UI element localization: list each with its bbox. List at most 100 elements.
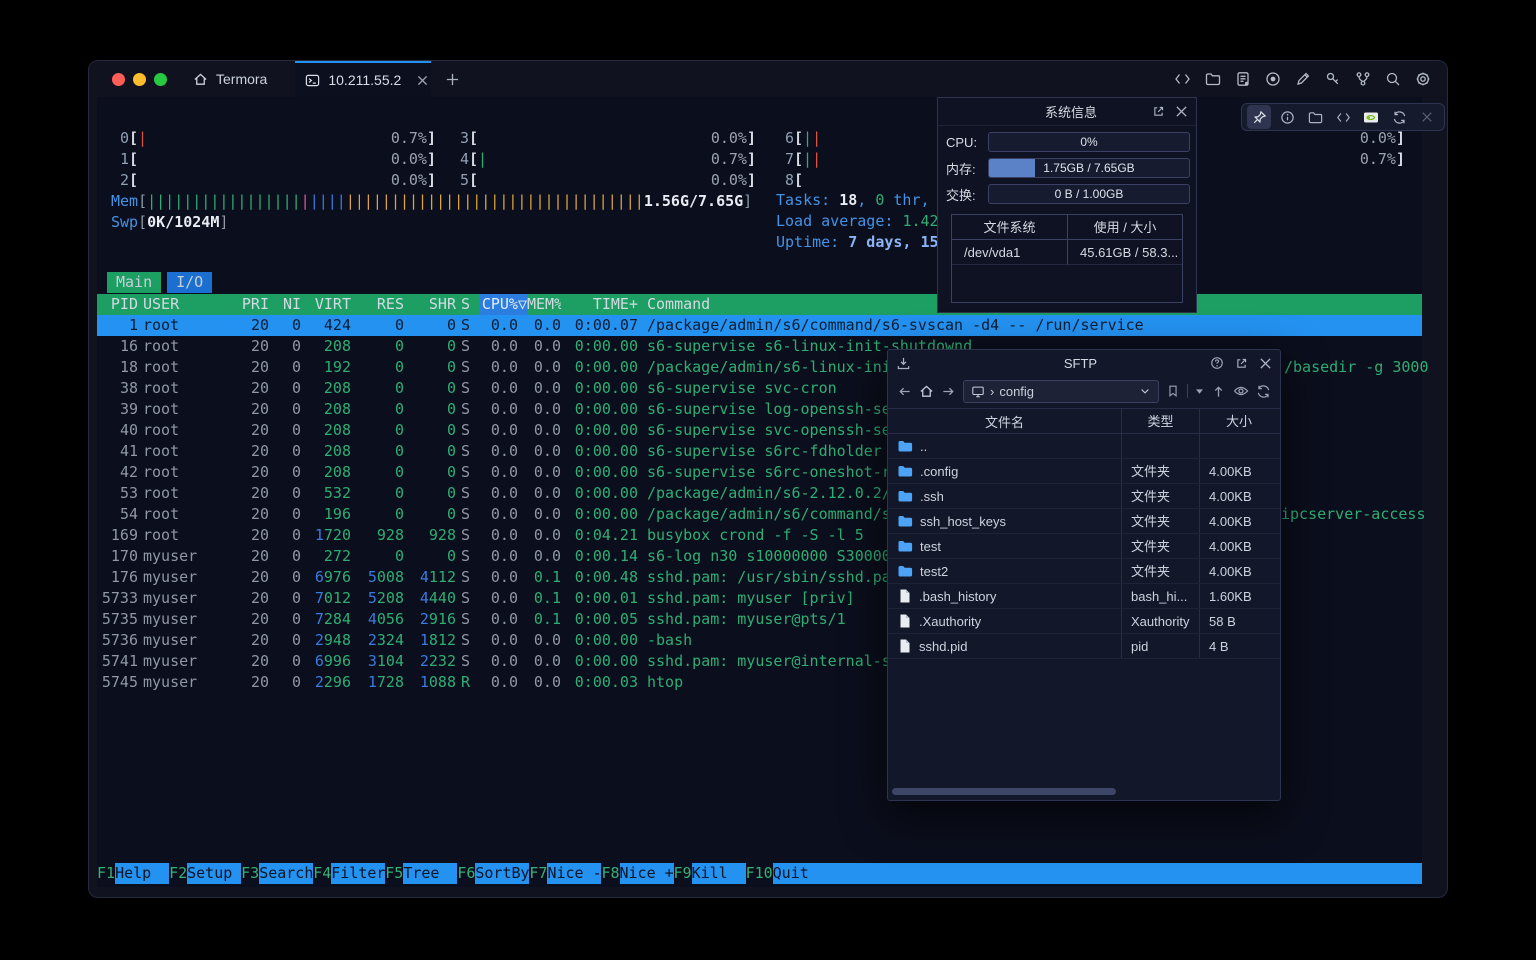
file-column-header[interactable]: 文件名 bbox=[888, 412, 1121, 431]
file-row[interactable]: .ssh文件夹4.00KB bbox=[888, 484, 1280, 509]
column-header-pid[interactable]: PID bbox=[97, 294, 138, 315]
record-icon[interactable] bbox=[1265, 71, 1281, 87]
fkey-label-nice[interactable]: Nice + bbox=[620, 863, 674, 884]
close-toolbar-button[interactable] bbox=[1415, 105, 1439, 129]
column-header-cpu[interactable]: CPU%▽ bbox=[479, 294, 527, 315]
detach-icon[interactable] bbox=[1235, 357, 1248, 370]
fkey-label-help[interactable]: Help bbox=[115, 863, 169, 884]
file-row[interactable]: .bash_historybash_hi...1.60KB bbox=[888, 584, 1280, 609]
fkey-f3[interactable]: F3 bbox=[241, 863, 259, 884]
fkey-f2[interactable]: F2 bbox=[169, 863, 187, 884]
files-button[interactable] bbox=[1303, 105, 1327, 129]
info-button[interactable] bbox=[1275, 105, 1299, 129]
file-row[interactable]: test2文件夹4.00KB bbox=[888, 559, 1280, 584]
tab-label: Termora bbox=[216, 71, 267, 87]
fkey-label-search[interactable]: Search bbox=[259, 863, 313, 884]
fkey-f10[interactable]: F10 bbox=[746, 863, 773, 884]
fkey-f7[interactable]: F7 bbox=[529, 863, 547, 884]
home-icon[interactable] bbox=[919, 384, 934, 399]
search-icon[interactable] bbox=[1385, 71, 1401, 87]
close-tab-icon[interactable] bbox=[417, 75, 428, 86]
download-icon[interactable] bbox=[896, 356, 911, 371]
column-header-ni[interactable]: NI bbox=[269, 294, 301, 315]
nvidia-icon bbox=[1363, 110, 1379, 125]
fkey-label-tree[interactable]: Tree bbox=[403, 863, 457, 884]
cpu-meter-3: 3[0.0%] bbox=[451, 127, 756, 148]
column-header-s[interactable]: S bbox=[456, 294, 479, 315]
quick-toolbar bbox=[1241, 103, 1445, 131]
folder-icon[interactable] bbox=[1205, 71, 1221, 87]
tab-termora-home[interactable]: Termora bbox=[181, 61, 295, 97]
log-icon[interactable] bbox=[1235, 71, 1251, 87]
tab-ssh-session[interactable]: 10.211.55.2 bbox=[295, 61, 431, 97]
info-icon bbox=[1280, 110, 1295, 125]
sync-button[interactable] bbox=[1387, 105, 1411, 129]
fkey-f9[interactable]: F9 bbox=[674, 863, 692, 884]
detach-icon[interactable] bbox=[1152, 105, 1165, 118]
key-icon[interactable] bbox=[1325, 71, 1341, 87]
close-icon[interactable] bbox=[1175, 105, 1188, 118]
file-row[interactable]: ssh_host_keys文件夹4.00KB bbox=[888, 509, 1280, 534]
refresh-icon[interactable] bbox=[1256, 384, 1271, 399]
new-tab-button[interactable] bbox=[431, 61, 474, 97]
column-header-shr[interactable]: SHR bbox=[404, 294, 456, 315]
file-column-header[interactable]: 类型 bbox=[1121, 409, 1199, 433]
file-row[interactable]: .config文件夹4.00KB bbox=[888, 459, 1280, 484]
horizontal-scrollbar[interactable] bbox=[892, 788, 1116, 795]
snippets-button[interactable] bbox=[1331, 105, 1355, 129]
file-row[interactable]: test文件夹4.00KB bbox=[888, 534, 1280, 559]
file-column-header[interactable]: 大小 bbox=[1199, 409, 1278, 433]
caret-down-icon[interactable] bbox=[1195, 388, 1204, 395]
fkey-label-filter[interactable]: Filter bbox=[331, 863, 385, 884]
file-row[interactable]: .XauthorityXauthority58 B bbox=[888, 609, 1280, 634]
fkey-f6[interactable]: F6 bbox=[457, 863, 475, 884]
code-icon[interactable] bbox=[1174, 71, 1191, 87]
filesystem-row[interactable]: /dev/vda145.61GB / 58.3... bbox=[952, 240, 1182, 265]
file-icon bbox=[897, 638, 912, 654]
folder-icon bbox=[897, 513, 913, 529]
fkey-label-kill[interactable]: Kill bbox=[692, 863, 746, 884]
fkey-label-sortby[interactable]: SortBy bbox=[475, 863, 529, 884]
forward-icon[interactable] bbox=[941, 384, 956, 399]
pin-button[interactable] bbox=[1247, 105, 1271, 129]
preview-eye-icon[interactable] bbox=[1233, 384, 1249, 398]
file-row[interactable]: .. bbox=[888, 434, 1280, 459]
settings-icon[interactable] bbox=[1415, 71, 1431, 87]
column-header-mem[interactable]: MEM% bbox=[527, 294, 561, 315]
command-fragment: ipcserver-access bbox=[1281, 504, 1426, 525]
fkey-f1[interactable]: F1 bbox=[97, 863, 115, 884]
window-controls bbox=[89, 61, 181, 97]
column-header-res[interactable]: RES bbox=[351, 294, 404, 315]
process-table-header[interactable]: PIDUSERPRINIVIRTRESSHRSCPU%▽MEM%TIME+Com… bbox=[97, 294, 1422, 315]
zoom-window-button[interactable] bbox=[154, 73, 167, 86]
upload-icon[interactable] bbox=[1211, 384, 1226, 399]
edit-icon[interactable] bbox=[1295, 71, 1311, 87]
bookmark-icon[interactable] bbox=[1166, 384, 1180, 398]
panel-title: 系统信息 bbox=[946, 102, 1152, 121]
close-window-button[interactable] bbox=[112, 73, 125, 86]
nvidia-button[interactable] bbox=[1359, 105, 1383, 129]
fkey-label-setup[interactable]: Setup bbox=[187, 863, 241, 884]
path-breadcrumb[interactable]: › config bbox=[963, 380, 1159, 403]
minimize-window-button[interactable] bbox=[133, 73, 146, 86]
workflow-icon[interactable] bbox=[1355, 71, 1371, 87]
back-icon[interactable] bbox=[897, 384, 912, 399]
fkey-label-quit[interactable]: Quit bbox=[773, 863, 1422, 884]
column-header-user[interactable]: USER bbox=[138, 294, 228, 315]
fkey-label-nice[interactable]: Nice - bbox=[547, 863, 601, 884]
file-icon bbox=[897, 613, 912, 629]
folder-icon bbox=[1308, 110, 1323, 125]
fkey-f4[interactable]: F4 bbox=[313, 863, 331, 884]
process-row[interactable]: 1root20042400S0.00.00:00.07/package/admi… bbox=[97, 315, 1422, 336]
column-header-time[interactable]: TIME+ bbox=[561, 294, 638, 315]
column-header-virt[interactable]: VIRT bbox=[301, 294, 351, 315]
file-row[interactable]: sshd.pidpid4 B bbox=[888, 634, 1280, 659]
htop-tab-main[interactable]: Main bbox=[107, 272, 161, 293]
chevron-down-icon[interactable] bbox=[1139, 385, 1151, 397]
column-header-pri[interactable]: PRI bbox=[228, 294, 269, 315]
help-icon[interactable] bbox=[1210, 356, 1224, 370]
close-icon[interactable] bbox=[1259, 357, 1272, 370]
fkey-f5[interactable]: F5 bbox=[385, 863, 403, 884]
fkey-f8[interactable]: F8 bbox=[601, 863, 619, 884]
htop-tab-io[interactable]: I/O bbox=[167, 272, 212, 293]
